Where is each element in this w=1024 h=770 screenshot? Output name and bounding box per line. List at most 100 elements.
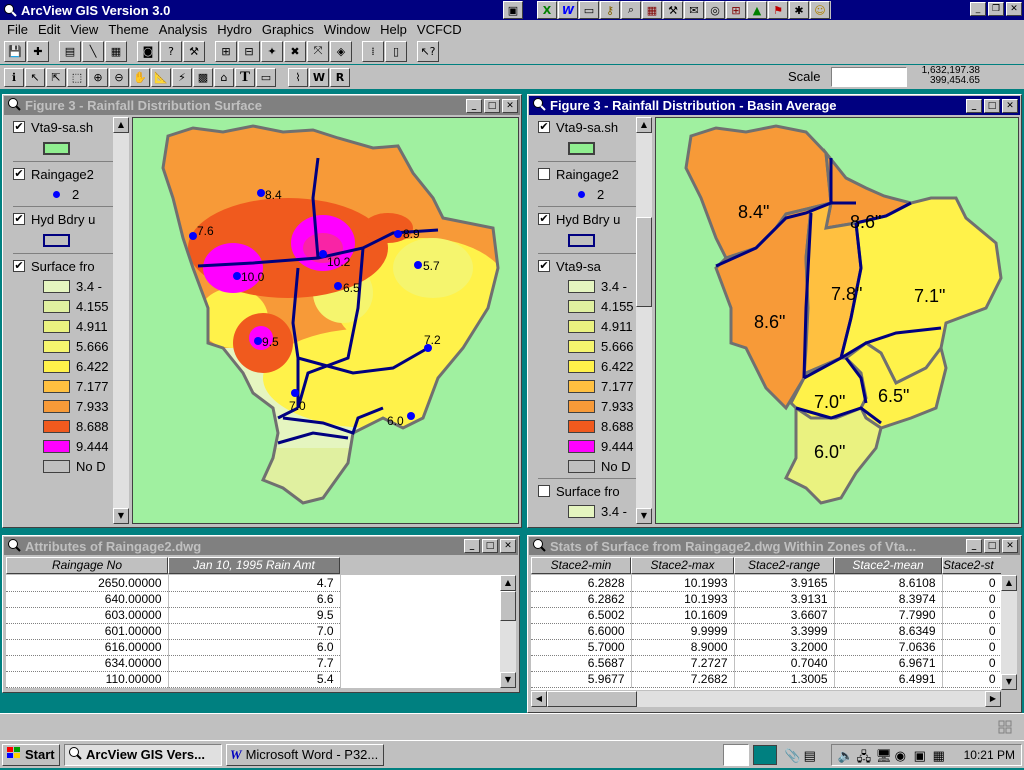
watershed-icon[interactable]: ⌇: [288, 67, 308, 87]
table-cell[interactable]: 8.6108: [834, 575, 943, 592]
table-cell[interactable]: 8.3974: [834, 591, 943, 608]
scroll-up-icon[interactable]: ▲: [1001, 575, 1017, 591]
hammer-icon[interactable]: ⚒: [183, 40, 205, 62]
table-cell[interactable]: 7.2727: [631, 655, 735, 672]
table-cell[interactable]: 616.00000: [6, 639, 169, 656]
monitor-icon[interactable]: 🖥: [876, 748, 893, 763]
menu-help[interactable]: Help: [375, 22, 412, 37]
column-header[interactable]: Stace2-max: [631, 557, 734, 574]
column-header[interactable]: Raingage No: [6, 557, 168, 574]
table-cell[interactable]: 6.5687: [531, 655, 632, 672]
speaker-icon[interactable]: 🔈: [838, 748, 854, 763]
explorer-icon[interactable]: ⊞: [726, 1, 746, 19]
view1-map-canvas[interactable]: 8.4 7.6 10.2 8.9 5.7 10.0 6.5 9.5 7.2 7.…: [132, 117, 519, 524]
theme-checkbox[interactable]: [538, 168, 550, 180]
table-cell[interactable]: 6.2828: [531, 575, 632, 592]
notepad-icon[interactable]: ▤: [804, 748, 820, 763]
table-cell[interactable]: 6.2862: [531, 591, 632, 608]
theme-properties-icon[interactable]: ▤: [59, 40, 81, 62]
table-row[interactable]: 6.6000 9.9999 3.3999 8.6349 0: [531, 623, 1001, 640]
table-cell[interactable]: 7.2682: [631, 671, 735, 688]
select-feature-icon[interactable]: ⬚: [67, 67, 87, 87]
table-cell[interactable]: 8.9000: [631, 639, 735, 656]
toc-scrollbar[interactable]: ▲ ▼: [636, 117, 652, 524]
smiley-icon[interactable]: ☺: [810, 1, 830, 19]
table-cell[interactable]: 0: [942, 607, 1001, 624]
scroll-down-icon[interactable]: ▼: [500, 672, 516, 688]
table-row[interactable]: 2650.00000 4.7: [6, 575, 341, 592]
scroll-down-icon[interactable]: ▼: [1001, 674, 1017, 690]
table-row[interactable]: 6.5687 7.2727 0.7040 6.9671 0: [531, 655, 1001, 672]
zoom-in-icon[interactable]: ⊕: [88, 67, 108, 87]
toc-theme-vta9-sa-sh[interactable]: ✔ Vta9-sa.sh: [13, 117, 113, 137]
zoom-in-fixed-icon[interactable]: ✖: [284, 40, 306, 62]
table-cell[interactable]: 1.3005: [734, 671, 835, 688]
table-cell[interactable]: 603.00000: [6, 607, 169, 624]
minimize-icon[interactable]: _: [970, 2, 986, 16]
minimize-icon[interactable]: _: [966, 98, 982, 113]
menu-analysis[interactable]: Analysis: [154, 22, 212, 37]
scroll-down-icon[interactable]: ▼: [113, 508, 129, 524]
close-icon[interactable]: ✕: [502, 98, 518, 113]
table-cell[interactable]: 8.6349: [834, 623, 943, 640]
table-cell[interactable]: 10.1993: [631, 575, 735, 592]
table-row[interactable]: 640.00000 6.6: [6, 591, 341, 608]
table-cell[interactable]: 6.0: [168, 639, 341, 656]
table-cell[interactable]: 10.1993: [631, 591, 735, 608]
menu-file[interactable]: File: [2, 22, 33, 37]
table-cell[interactable]: 5.9677: [531, 671, 632, 688]
scroll-thumb[interactable]: [500, 591, 516, 621]
area-of-interest-icon[interactable]: ▩: [193, 67, 213, 87]
table-cell[interactable]: 3.6607: [734, 607, 835, 624]
table-row[interactable]: 616.00000 6.0: [6, 639, 341, 656]
stats-scrollbar-v[interactable]: ▲ ▼: [1001, 575, 1017, 690]
pan-hand-icon[interactable]: ✋: [130, 67, 150, 87]
theme-checkbox[interactable]: ✔: [13, 121, 25, 133]
figure-icon[interactable]: ✱: [789, 1, 809, 19]
start-button[interactable]: Start: [2, 743, 60, 766]
table-cell[interactable]: 634.00000: [6, 655, 169, 672]
find-icon[interactable]: ⌕: [621, 1, 641, 19]
vertex-edit-icon[interactable]: ⇱: [46, 67, 66, 87]
column-header[interactable]: Stace2-range: [734, 557, 834, 574]
save-icon[interactable]: 💾: [4, 40, 26, 62]
minimize-icon[interactable]: _: [464, 539, 480, 553]
pointer-icon[interactable]: ↖: [25, 67, 45, 87]
theme-checkbox[interactable]: ✔: [13, 213, 25, 225]
toc-scrollbar[interactable]: ▲ ▼: [113, 117, 129, 524]
toc-theme-hyd-bdry[interactable]: ✔ Hyd Bdry u: [538, 209, 636, 229]
maximize-icon[interactable]: □: [482, 539, 498, 553]
tools-icon[interactable]: ⚒: [663, 1, 683, 19]
zoom-selected-icon[interactable]: ✦: [261, 40, 283, 62]
theme-checkbox[interactable]: ✔: [13, 168, 25, 180]
menu-vcfcd[interactable]: VCFCD: [412, 22, 467, 37]
mail-icon[interactable]: ✉: [684, 1, 704, 19]
table-row[interactable]: 603.00000 9.5: [6, 607, 341, 624]
close-icon[interactable]: ✕: [1002, 98, 1018, 113]
zoom-previous-icon[interactable]: ◈: [330, 40, 352, 62]
desktop-icon[interactable]: [752, 744, 777, 765]
scroll-up-icon[interactable]: ▲: [636, 117, 652, 133]
table-cell[interactable]: 4.7: [168, 575, 341, 592]
toc-theme-surface[interactable]: ✔ Surface fro: [13, 256, 113, 276]
select-features-icon[interactable]: ⁞: [362, 40, 384, 62]
word-icon[interactable]: W: [558, 1, 578, 19]
restore-icon[interactable]: ❐: [988, 2, 1004, 16]
query-icon[interactable]: ?: [160, 40, 182, 62]
theme-checkbox[interactable]: ✔: [538, 260, 550, 272]
table-cell[interactable]: 6.6: [168, 591, 341, 608]
network-icon[interactable]: 🖧: [857, 748, 873, 764]
view2-map-canvas[interactable]: 8.4" 8.6" 7.8" 7.1" 8.6" 7.0" 6.5" 6.0": [655, 117, 1019, 524]
draw-rectangle-icon[interactable]: ▭: [256, 67, 276, 87]
scroll-up-icon[interactable]: ▲: [113, 117, 129, 133]
minimize-icon[interactable]: _: [466, 98, 482, 113]
clear-selected-icon[interactable]: ▯: [385, 40, 407, 62]
resize-grip-icon[interactable]: [998, 720, 1014, 734]
language-indicator[interactable]: [722, 743, 749, 766]
maximize-icon[interactable]: □: [484, 98, 500, 113]
find-binoculars-icon[interactable]: ◙: [137, 40, 159, 62]
table-cell[interactable]: 6.9671: [834, 655, 943, 672]
toc-theme-raingage2[interactable]: Raingage2: [538, 164, 636, 184]
table-cell[interactable]: 9.5: [168, 607, 341, 624]
hotlink-icon[interactable]: ⚡: [172, 67, 192, 87]
